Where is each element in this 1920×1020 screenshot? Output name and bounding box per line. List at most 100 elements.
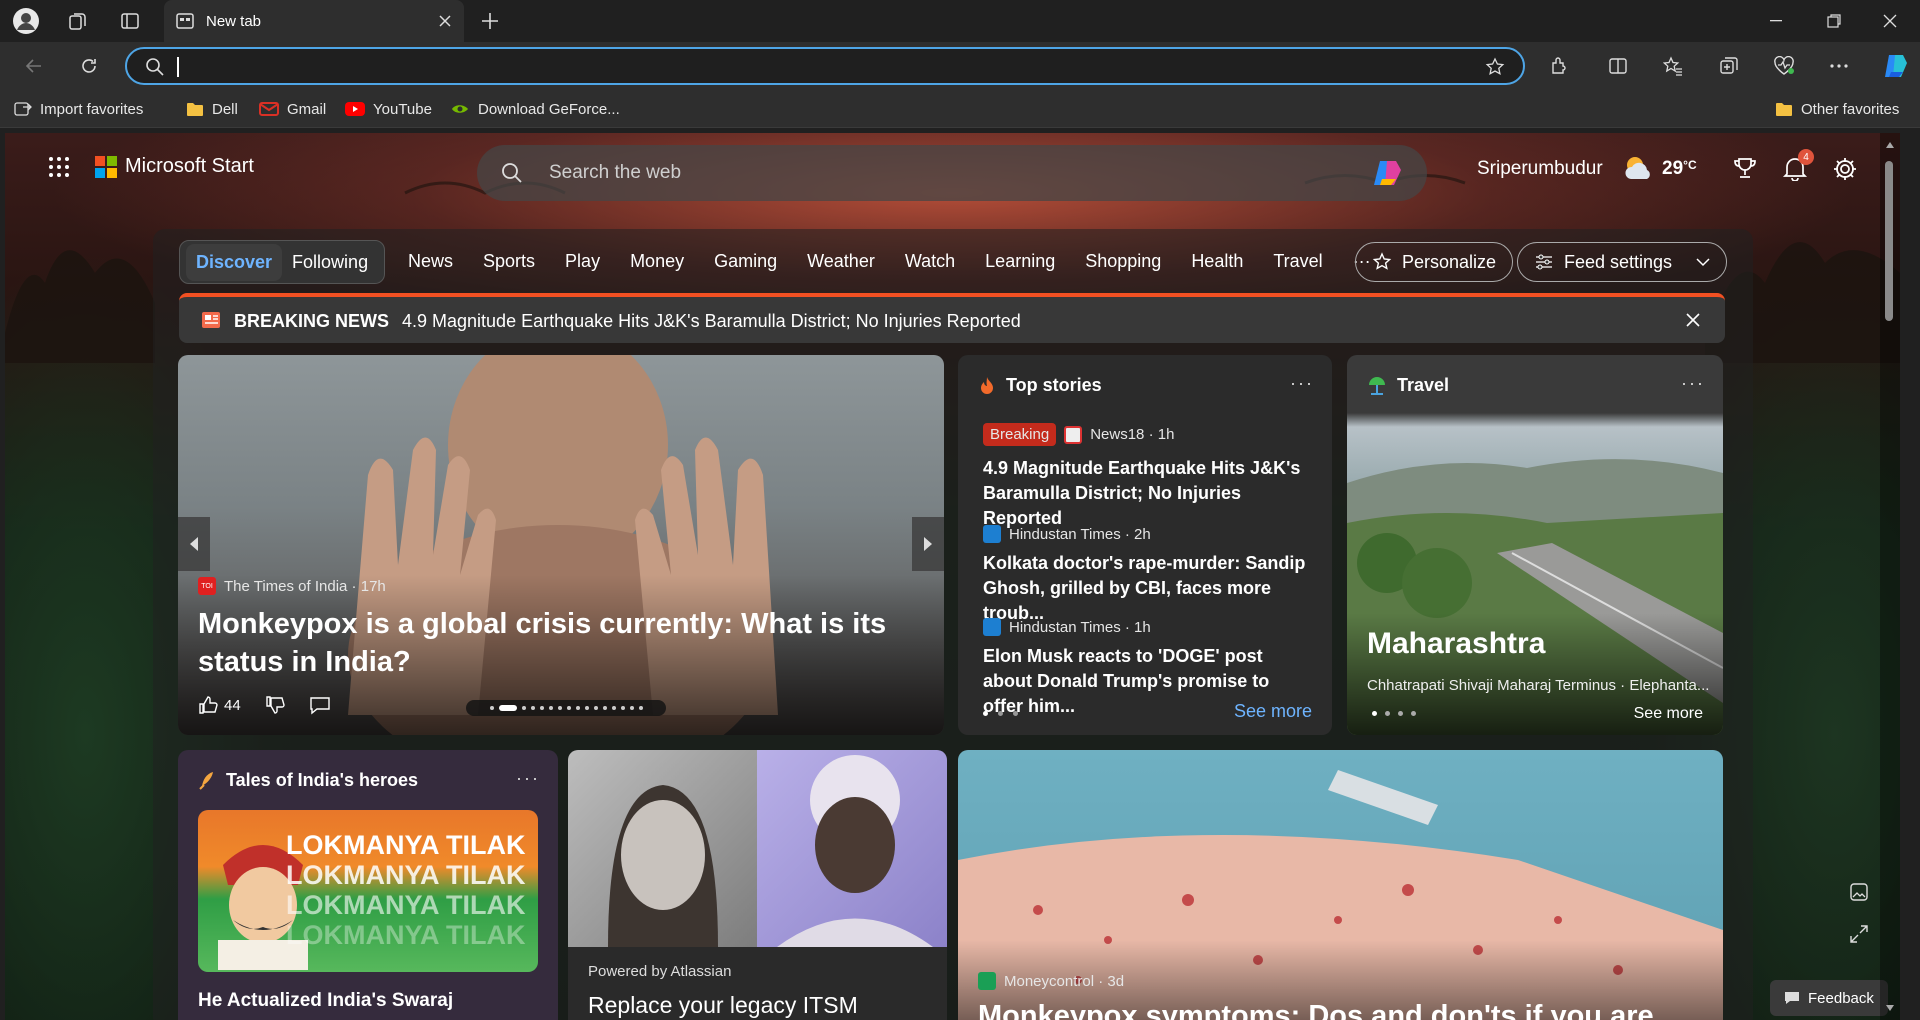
extensions-icon[interactable]	[1545, 52, 1573, 80]
weather-partly-cloudy-icon[interactable]	[1621, 153, 1655, 183]
favorite-dell[interactable]: Dell	[186, 98, 238, 120]
browser-essentials-icon[interactable]	[1770, 52, 1798, 80]
banner-text: LOKMANYA TILAK	[286, 830, 526, 860]
indias-heroes-card[interactable]: Tales of India's heroes ··· LOKMANYA TIL…	[178, 750, 558, 1020]
feedback-label: Feedback	[1808, 989, 1874, 1007]
favorite-youtube[interactable]: YouTube	[345, 98, 432, 120]
address-bar[interactable]	[125, 47, 1525, 85]
topic-money[interactable]: Money	[615, 251, 699, 272]
favorite-star-icon[interactable]	[1485, 57, 1505, 77]
app-launcher-icon[interactable]	[48, 156, 70, 178]
tab-discover[interactable]: Discover	[186, 243, 283, 281]
bottom-story-card[interactable]: Moneycontrol · 3d Monkeypox symptoms: Do…	[958, 750, 1723, 1020]
notifications-bell-icon[interactable]: 4	[1782, 149, 1814, 181]
scrollbar-thumb[interactable]	[1885, 161, 1893, 321]
back-button[interactable]	[20, 52, 48, 80]
new-tab-button[interactable]	[476, 7, 504, 35]
web-search-box[interactable]: Search the web	[477, 145, 1427, 201]
hero-headline[interactable]: Monkeypox is a global crisis currently: …	[198, 605, 898, 681]
topic-sports[interactable]: Sports	[468, 251, 550, 272]
pager-dots[interactable]	[983, 711, 1018, 716]
travel-card[interactable]: Travel ··· Maharashtra Chhatrapati Shiva…	[1347, 355, 1723, 735]
personalize-label: Personalize	[1402, 251, 1497, 272]
topic-learning[interactable]: Learning	[970, 251, 1070, 272]
temperature[interactable]: 29°C	[1662, 158, 1697, 180]
close-icon[interactable]	[1685, 312, 1701, 328]
feed-settings-button[interactable]: Feed settings	[1517, 242, 1727, 282]
story-item-1[interactable]: Breaking News18 · 1h 4.9 Magnitude Earth…	[983, 423, 1313, 531]
scroll-down-icon[interactable]	[1885, 1004, 1895, 1012]
story-headline: 4.9 Magnitude Earthquake Hits J&K's Bara…	[983, 458, 1301, 528]
next-slide-button[interactable]	[912, 517, 944, 571]
collections-icon[interactable]	[1715, 52, 1743, 80]
thumbs-down-icon[interactable]	[265, 695, 285, 715]
microsoft-start-logo[interactable]: Microsoft Start	[95, 155, 254, 178]
bottom-story-headline: Monkeypox symptoms: Dos and don'ts if yo…	[978, 1000, 1654, 1020]
topic-weather[interactable]: Weather	[792, 251, 890, 272]
rewards-trophy-icon[interactable]	[1733, 156, 1757, 180]
breaking-news-banner[interactable]: BREAKING NEWS 4.9 Magnitude Earthquake H…	[179, 293, 1725, 343]
refresh-button[interactable]	[75, 52, 103, 80]
folder-icon	[1776, 103, 1792, 116]
tab-actions-icon[interactable]	[116, 7, 144, 35]
workspaces-icon[interactable]	[64, 7, 92, 35]
feed-settings-label: Feed settings	[1564, 251, 1673, 272]
pager-dots[interactable]	[1372, 711, 1416, 716]
background-image-icon[interactable]	[1850, 883, 1868, 901]
copilot-icon[interactable]	[1371, 158, 1405, 188]
see-more-link[interactable]: See more	[1234, 701, 1312, 722]
carousel-indicator[interactable]	[466, 700, 666, 716]
favorite-gmail[interactable]: Gmail	[259, 98, 326, 120]
topic-gaming[interactable]: Gaming	[699, 251, 792, 272]
see-more-link[interactable]: See more	[1634, 705, 1703, 723]
heroes-headline: He Actualized India's Swaraj	[198, 990, 454, 1011]
topic-health[interactable]: Health	[1176, 251, 1258, 272]
story-item-2[interactable]: Hindustan Times · 2h Kolkata doctor's ra…	[983, 525, 1313, 626]
ad-headline: Replace your legacy ITSM	[588, 992, 858, 1018]
settings-more-icon[interactable]	[1825, 52, 1853, 80]
profile-icon[interactable]	[12, 7, 40, 35]
feedback-button[interactable]: Feedback	[1770, 980, 1888, 1016]
favorite-import[interactable]: Import favorites	[14, 98, 143, 120]
expand-icon[interactable]	[1850, 925, 1868, 943]
thumbs-up-icon	[199, 696, 218, 714]
sponsored-ad-card[interactable]: Powered by Atlassian Replace your legacy…	[568, 750, 947, 1020]
story-source: Hindustan Times · 2h	[983, 525, 1313, 543]
breaking-headline[interactable]: 4.9 Magnitude Earthquake Hits J&K's Bara…	[402, 311, 1021, 332]
page-settings-gear-icon[interactable]	[1832, 156, 1858, 182]
scroll-up-icon[interactable]	[1885, 141, 1895, 149]
story-source-text: Hindustan Times · 2h	[1009, 525, 1151, 543]
page-scrollbar[interactable]	[1880, 133, 1900, 1020]
more-options-icon[interactable]: ···	[516, 768, 540, 789]
topic-play[interactable]: Play	[550, 251, 615, 272]
comment-icon[interactable]	[309, 695, 331, 715]
restore-button[interactable]	[1806, 0, 1862, 42]
copilot-icon[interactable]	[1879, 52, 1913, 80]
newspaper-icon	[202, 312, 220, 328]
tab-new-tab[interactable]: New tab	[164, 0, 464, 42]
banner-text: LOKMANYA TILAK	[286, 890, 526, 920]
more-options-icon[interactable]: ···	[1681, 373, 1705, 394]
close-tab-icon[interactable]	[438, 14, 452, 28]
other-favorites[interactable]: Other favorites	[1775, 98, 1899, 120]
minimize-button[interactable]	[1748, 0, 1804, 42]
favorite-geforce[interactable]: Download GeForce...	[450, 98, 620, 120]
feedback-icon	[1785, 992, 1799, 1004]
chevron-down-icon	[1696, 258, 1710, 267]
favorites-icon[interactable]	[1659, 52, 1687, 80]
tab-following[interactable]: Following	[282, 244, 378, 281]
topic-watch[interactable]: Watch	[890, 251, 970, 272]
topic-travel[interactable]: Travel	[1258, 251, 1337, 272]
topic-news[interactable]: News	[393, 251, 468, 272]
close-window-button[interactable]	[1862, 0, 1918, 42]
like-button[interactable]: 44	[198, 695, 241, 715]
personalize-button[interactable]: Personalize	[1355, 242, 1514, 282]
hero-story-card[interactable]: TOI The Times of India · 17h Monkeypox i…	[178, 355, 944, 735]
previous-slide-button[interactable]	[178, 517, 210, 571]
temperature-value: 29	[1662, 158, 1684, 179]
split-screen-icon[interactable]	[1604, 52, 1632, 80]
location-label[interactable]: Sriperumbudur	[1477, 158, 1603, 180]
more-options-icon[interactable]: ···	[1290, 373, 1314, 394]
topic-shopping[interactable]: Shopping	[1070, 251, 1176, 272]
like-count: 44	[224, 696, 241, 714]
